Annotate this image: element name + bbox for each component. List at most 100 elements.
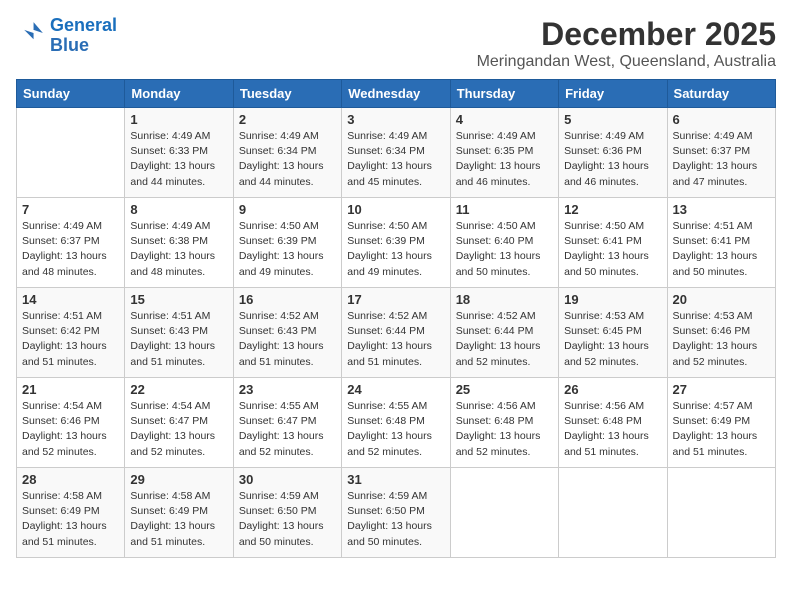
day-detail: Sunrise: 4:55 AM Sunset: 6:48 PM Dayligh… — [347, 399, 444, 460]
day-number: 30 — [239, 472, 336, 487]
calendar-cell — [559, 468, 667, 558]
logo-line1: General — [50, 15, 117, 35]
day-number: 29 — [130, 472, 227, 487]
location-title: Meringandan West, Queensland, Australia — [477, 53, 776, 71]
day-detail: Sunrise: 4:57 AM Sunset: 6:49 PM Dayligh… — [673, 399, 770, 460]
day-detail: Sunrise: 4:54 AM Sunset: 6:46 PM Dayligh… — [22, 399, 119, 460]
calendar-week-row: 14 Sunrise: 4:51 AM Sunset: 6:42 PM Dayli… — [17, 288, 776, 378]
day-detail: Sunrise: 4:55 AM Sunset: 6:47 PM Dayligh… — [239, 399, 336, 460]
day-number: 26 — [564, 382, 661, 397]
weekday-header: Wednesday — [342, 80, 450, 108]
calendar-cell: 21Sunrise: 4:54 AM Sunset: 6:46 PM Dayli… — [17, 378, 125, 468]
calendar-cell: 18 Sunrise: 4:52 AM Sunset: 6:44 PM Dayli… — [450, 288, 558, 378]
calendar-header-row: SundayMondayTuesdayWednesdayThursdayFrid… — [17, 80, 776, 108]
calendar-cell: 8 Sunrise: 4:49 AM Sunset: 6:38 PM Daylig… — [125, 198, 233, 288]
calendar-cell: 14 Sunrise: 4:51 AM Sunset: 6:42 PM Dayli… — [17, 288, 125, 378]
day-detail: Sunrise: 4:50 AM Sunset: 6:39 PM Dayligh… — [347, 219, 444, 280]
day-number: 19 — [564, 292, 661, 307]
day-number: 6 — [673, 112, 770, 127]
weekday-header: Sunday — [17, 80, 125, 108]
calendar-cell: 3 Sunrise: 4:49 AM Sunset: 6:34 PM Daylig… — [342, 108, 450, 198]
calendar-cell: 16Sunrise: 4:52 AM Sunset: 6:43 PM Dayli… — [233, 288, 341, 378]
day-number: 3 — [347, 112, 444, 127]
day-detail: Sunrise: 4:51 AM Sunset: 6:43 PM Dayligh… — [130, 309, 227, 370]
day-number: 25 — [456, 382, 553, 397]
day-number: 16 — [239, 292, 336, 307]
day-detail: Sunrise: 4:50 AM Sunset: 6:40 PM Dayligh… — [456, 219, 553, 280]
day-number: 28 — [22, 472, 119, 487]
day-detail: Sunrise: 4:53 AM Sunset: 6:46 PM Dayligh… — [673, 309, 770, 370]
day-detail: Sunrise: 4:58 AM Sunset: 6:49 PM Dayligh… — [130, 489, 227, 550]
weekday-header: Friday — [559, 80, 667, 108]
day-detail: Sunrise: 4:51 AM Sunset: 6:41 PM Dayligh… — [673, 219, 770, 280]
day-detail: Sunrise: 4:49 AM Sunset: 6:34 PM Dayligh… — [347, 129, 444, 190]
day-number: 4 — [456, 112, 553, 127]
calendar-cell: 7Sunrise: 4:49 AM Sunset: 6:37 PM Daylig… — [17, 198, 125, 288]
calendar-table: SundayMondayTuesdayWednesdayThursdayFrid… — [16, 79, 776, 558]
day-number: 11 — [456, 202, 553, 217]
page-header: General Blue December 2025 Meringandan W… — [16, 16, 776, 71]
calendar-cell: 23 Sunrise: 4:55 AM Sunset: 6:47 PM Dayli… — [233, 378, 341, 468]
calendar-cell: 31 Sunrise: 4:59 AM Sunset: 6:50 PM Dayli… — [342, 468, 450, 558]
day-detail: Sunrise: 4:49 AM Sunset: 6:37 PM Dayligh… — [673, 129, 770, 190]
calendar-cell: 6 Sunrise: 4:49 AM Sunset: 6:37 PM Daylig… — [667, 108, 775, 198]
day-number: 8 — [130, 202, 227, 217]
day-detail: Sunrise: 4:52 AM Sunset: 6:44 PM Dayligh… — [347, 309, 444, 370]
day-detail: Sunrise: 4:59 AM Sunset: 6:50 PM Dayligh… — [347, 489, 444, 550]
logo-line2: Blue — [50, 35, 89, 55]
day-number: 10 — [347, 202, 444, 217]
day-number: 2 — [239, 112, 336, 127]
day-detail: Sunrise: 4:56 AM Sunset: 6:48 PM Dayligh… — [456, 399, 553, 460]
calendar-cell — [667, 468, 775, 558]
day-detail: Sunrise: 4:54 AM Sunset: 6:47 PM Dayligh… — [130, 399, 227, 460]
calendar-cell: 5Sunrise: 4:49 AM Sunset: 6:36 PM Daylig… — [559, 108, 667, 198]
day-detail: Sunrise: 4:50 AM Sunset: 6:41 PM Dayligh… — [564, 219, 661, 280]
calendar-cell — [17, 108, 125, 198]
calendar-cell: 2Sunrise: 4:49 AM Sunset: 6:34 PM Daylig… — [233, 108, 341, 198]
day-number: 24 — [347, 382, 444, 397]
calendar-week-row: 1 Sunrise: 4:49 AM Sunset: 6:33 PM Daylig… — [17, 108, 776, 198]
calendar-cell: 15 Sunrise: 4:51 AM Sunset: 6:43 PM Dayli… — [125, 288, 233, 378]
day-detail: Sunrise: 4:53 AM Sunset: 6:45 PM Dayligh… — [564, 309, 661, 370]
calendar-cell: 26Sunrise: 4:56 AM Sunset: 6:48 PM Dayli… — [559, 378, 667, 468]
calendar-cell — [450, 468, 558, 558]
logo-icon — [18, 19, 46, 47]
day-number: 14 — [22, 292, 119, 307]
day-detail: Sunrise: 4:58 AM Sunset: 6:49 PM Dayligh… — [22, 489, 119, 550]
day-number: 31 — [347, 472, 444, 487]
day-number: 15 — [130, 292, 227, 307]
calendar-cell: 13Sunrise: 4:51 AM Sunset: 6:41 PM Dayli… — [667, 198, 775, 288]
day-number: 12 — [564, 202, 661, 217]
calendar-cell: 4 Sunrise: 4:49 AM Sunset: 6:35 PM Daylig… — [450, 108, 558, 198]
day-detail: Sunrise: 4:49 AM Sunset: 6:33 PM Dayligh… — [130, 129, 227, 190]
calendar-cell: 24 Sunrise: 4:55 AM Sunset: 6:48 PM Dayli… — [342, 378, 450, 468]
weekday-header: Monday — [125, 80, 233, 108]
title-section: December 2025 Meringandan West, Queensla… — [477, 16, 776, 71]
day-detail: Sunrise: 4:50 AM Sunset: 6:39 PM Dayligh… — [239, 219, 336, 280]
day-number: 1 — [130, 112, 227, 127]
day-detail: Sunrise: 4:51 AM Sunset: 6:42 PM Dayligh… — [22, 309, 119, 370]
day-number: 5 — [564, 112, 661, 127]
day-number: 9 — [239, 202, 336, 217]
calendar-cell: 11 Sunrise: 4:50 AM Sunset: 6:40 PM Dayli… — [450, 198, 558, 288]
month-title: December 2025 — [477, 16, 776, 53]
calendar-cell: 29 Sunrise: 4:58 AM Sunset: 6:49 PM Dayli… — [125, 468, 233, 558]
calendar-cell: 9 Sunrise: 4:50 AM Sunset: 6:39 PM Daylig… — [233, 198, 341, 288]
calendar-cell: 30Sunrise: 4:59 AM Sunset: 6:50 PM Dayli… — [233, 468, 341, 558]
calendar-cell: 1 Sunrise: 4:49 AM Sunset: 6:33 PM Daylig… — [125, 108, 233, 198]
day-number: 17 — [347, 292, 444, 307]
logo-text: General Blue — [50, 16, 117, 56]
calendar-week-row: 28 Sunrise: 4:58 AM Sunset: 6:49 PM Dayli… — [17, 468, 776, 558]
calendar-week-row: 7Sunrise: 4:49 AM Sunset: 6:37 PM Daylig… — [17, 198, 776, 288]
calendar-cell: 28 Sunrise: 4:58 AM Sunset: 6:49 PM Dayli… — [17, 468, 125, 558]
day-detail: Sunrise: 4:49 AM Sunset: 6:35 PM Dayligh… — [456, 129, 553, 190]
day-number: 18 — [456, 292, 553, 307]
calendar-cell: 22 Sunrise: 4:54 AM Sunset: 6:47 PM Dayli… — [125, 378, 233, 468]
calendar-cell: 12 Sunrise: 4:50 AM Sunset: 6:41 PM Dayli… — [559, 198, 667, 288]
day-number: 22 — [130, 382, 227, 397]
day-detail: Sunrise: 4:52 AM Sunset: 6:44 PM Dayligh… — [456, 309, 553, 370]
day-detail: Sunrise: 4:49 AM Sunset: 6:38 PM Dayligh… — [130, 219, 227, 280]
day-number: 27 — [673, 382, 770, 397]
day-number: 23 — [239, 382, 336, 397]
calendar-cell: 27 Sunrise: 4:57 AM Sunset: 6:49 PM Dayli… — [667, 378, 775, 468]
